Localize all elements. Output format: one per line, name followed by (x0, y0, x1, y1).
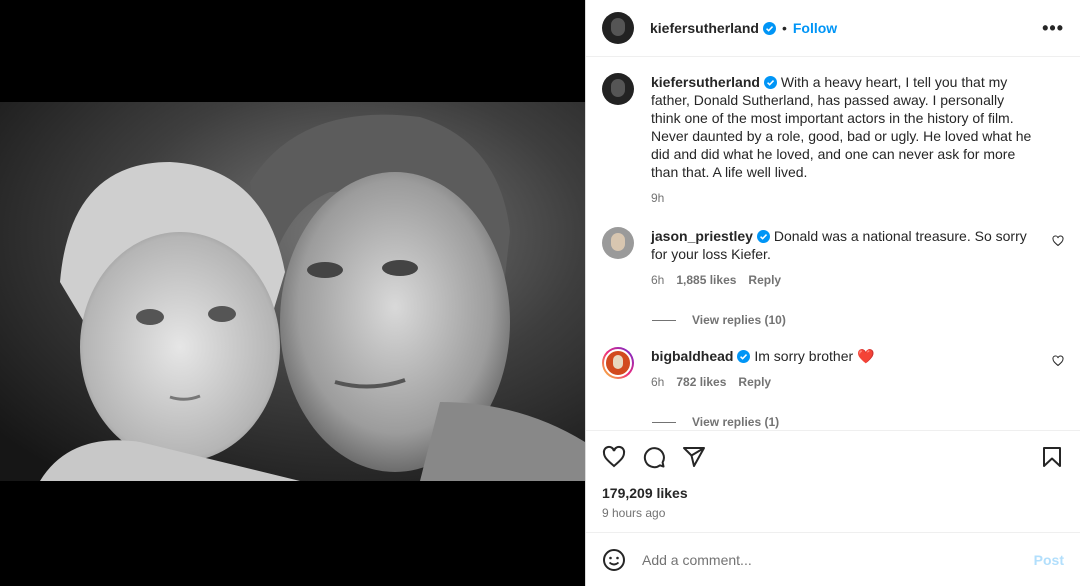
comment-text: Im sorry brother (754, 348, 854, 364)
post-header: kiefersutherland • Follow ••• (586, 0, 1080, 57)
comment-time[interactable]: 6h (651, 271, 664, 289)
verified-badge-icon (763, 76, 777, 89)
view-replies-label: View replies (10) (692, 313, 786, 327)
comment-composer: Post (586, 532, 1080, 586)
caption-author[interactable]: kiefersutherland (651, 74, 760, 90)
emoji-picker-icon[interactable] (602, 548, 626, 572)
comment-likes[interactable]: 1,885 likes (676, 271, 736, 289)
comment-item: jason_priestley Donald was a national tr… (602, 227, 1064, 289)
reply-button[interactable]: Reply (738, 373, 771, 391)
follow-button[interactable]: Follow (793, 20, 837, 36)
media-pane (0, 0, 585, 586)
post-side-panel: kiefersutherland • Follow ••• kiefersuth… (585, 0, 1080, 586)
replies-divider (652, 421, 676, 423)
view-replies-label: View replies (1) (692, 415, 780, 429)
caption-author-avatar[interactable] (602, 73, 634, 105)
author-avatar[interactable] (602, 12, 634, 44)
save-bookmark-icon[interactable] (1040, 445, 1064, 469)
instagram-post-modal: kiefersutherland • Follow ••• kiefersuth… (0, 0, 1080, 586)
share-icon[interactable] (682, 445, 706, 469)
author-username[interactable]: kiefersutherland (650, 20, 759, 36)
post-time-ago[interactable]: 9 hours ago (602, 506, 665, 520)
photo-illustration (0, 102, 585, 481)
verified-badge-icon (737, 350, 751, 363)
view-replies-button[interactable]: View replies (10) (652, 313, 1064, 327)
comment-input[interactable] (642, 551, 1034, 568)
caption: kiefersutherland With a heavy heart, I t… (602, 73, 1064, 207)
verified-badge-icon (762, 21, 776, 35)
comment-item: bigbaldhead Im sorry brother ❤️ 6h 782 l… (602, 347, 1064, 391)
commenter-avatar[interactable] (602, 227, 634, 259)
reply-button[interactable]: Reply (748, 271, 781, 289)
post-comment-button[interactable]: Post (1034, 552, 1064, 568)
verified-badge-icon (756, 230, 770, 243)
comment-author[interactable]: bigbaldhead (651, 348, 733, 364)
comment-time[interactable]: 6h (651, 373, 664, 391)
view-replies-button[interactable]: View replies (1) (652, 415, 1064, 429)
comment-likes[interactable]: 782 likes (676, 373, 726, 391)
likes-count[interactable]: 179,209 likes (602, 485, 688, 501)
commenter-avatar[interactable] (602, 347, 634, 379)
post-actions-bar (586, 430, 1080, 483)
red-heart-emoji: ❤️ (857, 348, 875, 364)
replies-divider (652, 319, 676, 321)
comments-list[interactable]: kiefersutherland With a heavy heart, I t… (586, 57, 1080, 429)
comment-icon[interactable] (642, 445, 666, 469)
more-options-icon[interactable]: ••• (1042, 18, 1064, 39)
caption-time[interactable]: 9h (651, 189, 664, 207)
comment-author[interactable]: jason_priestley (651, 228, 753, 244)
like-heart-icon[interactable] (602, 445, 626, 469)
separator-dot: • (781, 20, 787, 36)
post-photo[interactable] (0, 102, 585, 481)
like-comment-heart-icon[interactable] (1052, 235, 1064, 247)
like-comment-heart-icon[interactable] (1052, 355, 1064, 367)
